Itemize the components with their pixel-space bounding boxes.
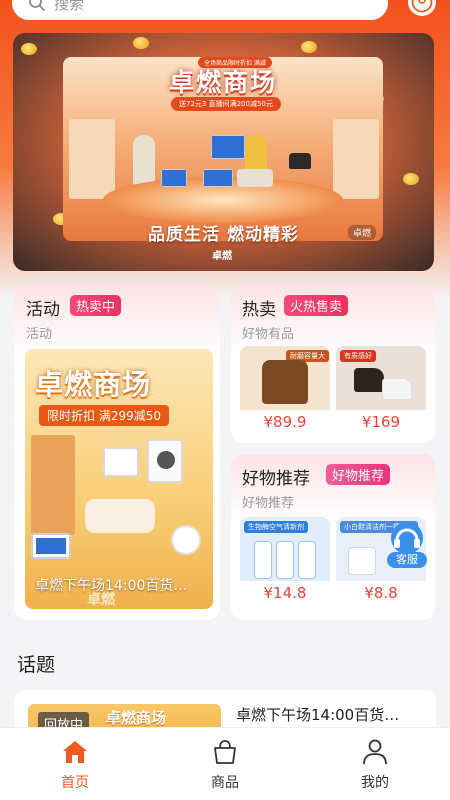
handbag-product xyxy=(289,153,311,169)
user-icon xyxy=(411,0,433,13)
product-price: ¥8.8 xyxy=(336,581,426,605)
headset-icon xyxy=(391,522,423,554)
tab-home[interactable]: 首页 xyxy=(0,728,150,800)
promo-badge: 限时折扣 满299减50 xyxy=(39,405,169,426)
activity-promo-image[interactable]: 卓燃商场 限时折扣 满299减50 卓燃下午场14:00百货… 卓燃 xyxy=(25,349,213,609)
hot-card-subtitle: 好物有品 xyxy=(242,327,295,342)
promo-logo: 卓燃 xyxy=(87,592,115,608)
search-placeholder: 搜索 xyxy=(54,0,85,13)
recommend-card-subtitle: 好物推荐 xyxy=(242,496,295,511)
coin-decoration xyxy=(403,173,419,185)
boot-image xyxy=(354,368,384,392)
product-price: ¥89.9 xyxy=(240,410,330,434)
coin-decoration xyxy=(133,37,149,49)
hot-card[interactable]: 热卖 火热售卖 好物有品 耐磨容量大 ¥89.9 有质感好 ¥169 xyxy=(231,285,435,443)
washing-machine-product xyxy=(147,439,183,483)
tab-products-label: 商品 xyxy=(211,775,239,791)
activity-card-title: 活动 xyxy=(26,300,60,320)
hot-card-title: 热卖 xyxy=(242,300,276,320)
product-tile[interactable]: 生物酶空气清新剂 ¥14.8 xyxy=(240,517,330,605)
product-price: ¥169 xyxy=(336,410,426,434)
spray-bottle-image xyxy=(254,541,272,579)
search-bar[interactable]: 搜索 xyxy=(12,0,388,20)
shopping-bag-icon xyxy=(214,740,236,764)
product-tile[interactable]: 有质感好 ¥169 xyxy=(336,346,426,434)
customer-service-label: 客服 xyxy=(387,552,427,568)
activity-card[interactable]: 活动 热卖中 活动 卓燃商场 限时折扣 满299减50 卓燃下午场14:00百货… xyxy=(14,285,220,620)
customer-service-button[interactable]: 客服 xyxy=(385,520,429,570)
laptop-product xyxy=(203,169,233,187)
monitor-product xyxy=(103,447,139,477)
sneaker-image xyxy=(382,378,412,400)
promo-title: 卓燃商场 xyxy=(35,368,152,401)
activity-tag: 热卖中 xyxy=(70,295,122,316)
bottom-tab-bar: 首页 商品 我的 xyxy=(0,727,450,800)
coin-decoration xyxy=(21,43,37,55)
clothing-rack xyxy=(31,435,75,535)
banner-corner-logo: 卓燃 xyxy=(347,225,376,240)
user-icon xyxy=(363,739,387,765)
product-price: ¥14.8 xyxy=(240,581,330,605)
sofa-product xyxy=(85,499,155,533)
banner-subtitle: 送72元3 直播间满200减50元 xyxy=(171,97,281,111)
hot-tag: 火热售卖 xyxy=(284,295,349,316)
recommend-card-title: 好物推荐 xyxy=(242,469,310,489)
banner-image: 全场商品限时折扣 满减 卓燃商场 送72元3 直播间满200减50元 xyxy=(63,57,383,241)
product-tile[interactable]: 耐磨容量大 ¥89.9 xyxy=(240,346,330,434)
topic-thumb-title: 卓燃商场 xyxy=(106,709,167,727)
recommend-tag: 好物推荐 xyxy=(326,464,391,485)
activity-card-subtitle: 活动 xyxy=(26,327,53,342)
banner-title: 卓燃商场 xyxy=(168,68,277,97)
laptop-product xyxy=(161,169,187,187)
store-shelf xyxy=(333,119,379,199)
home-icon xyxy=(63,741,87,763)
product-label: 有质感好 xyxy=(340,350,376,362)
speaker-product xyxy=(171,525,201,555)
spray-bottle-image xyxy=(276,541,294,579)
tab-mine-label: 我的 xyxy=(361,775,389,791)
hero-banner[interactable]: 全场商品限时折扣 满减 卓燃商场 送72元3 直播间满200减50元 品质生活 … xyxy=(13,33,434,271)
product-label: 生物酶空气清新剂 xyxy=(244,521,308,533)
coin-decoration xyxy=(301,41,317,53)
handbag-image xyxy=(262,360,308,404)
sofa-product xyxy=(237,169,273,187)
store-shelf xyxy=(69,119,115,199)
topics-section-title: 话题 xyxy=(17,654,56,676)
recommend-card[interactable]: 好物推荐 好物推荐 好物推荐 生物酶空气清新剂 ¥14.8 小白鞋清洁剂一擦即净… xyxy=(231,454,435,620)
cleaner-image xyxy=(348,547,376,575)
tab-products[interactable]: 商品 xyxy=(150,728,300,800)
spray-bottle-image xyxy=(298,541,316,579)
search-icon xyxy=(29,0,45,11)
promo-caption: 卓燃下午场14:00百货… xyxy=(35,578,188,594)
monitor-product xyxy=(211,135,245,159)
laptop-product xyxy=(31,533,71,559)
tab-home-label: 首页 xyxy=(61,775,89,791)
banner-bottom-logo: 卓燃 xyxy=(212,251,232,262)
topic-title: 卓燃下午场14:00百货… xyxy=(236,706,400,724)
tab-mine[interactable]: 我的 xyxy=(300,728,450,800)
